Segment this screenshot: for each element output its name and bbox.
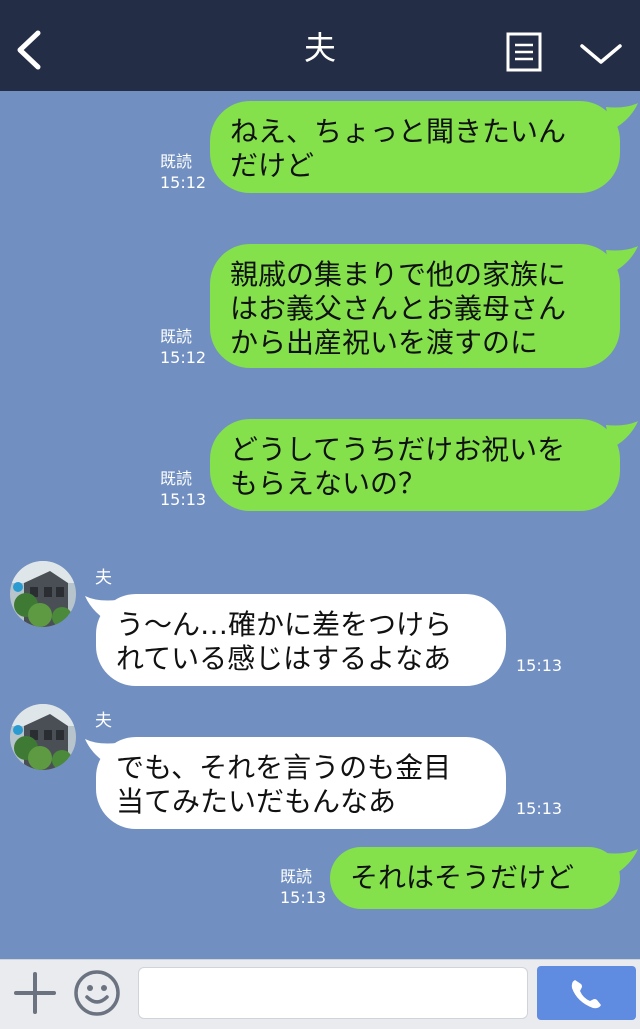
back-button[interactable]: [10, 27, 50, 73]
avatar[interactable]: [10, 561, 76, 627]
message-line: はお義父さんとお義母さん: [230, 292, 567, 325]
message-time: 15:13: [516, 656, 563, 675]
message-line: 当てみたいだもんなあ: [116, 785, 397, 818]
emoji-button[interactable]: [73, 969, 121, 1017]
phone-icon: [571, 980, 601, 1009]
emoji-icon: [74, 970, 120, 1016]
dropdown-button[interactable]: [578, 38, 624, 70]
read-receipt: 既読: [160, 152, 193, 171]
read-receipt: 既読: [280, 867, 313, 886]
chat-header: 夫: [0, 0, 640, 91]
message-line: から出産祝いを渡すのに: [230, 326, 539, 359]
message-time: 15:12: [160, 348, 207, 367]
message-line: う～ん…確かに差をつけら: [116, 608, 453, 641]
chat-area[interactable]: 既読 15:12 ねえ、ちょっと聞きたいん だけど 既読 15:12 親戚の集ま…: [0, 91, 640, 959]
message-line: だけど: [230, 149, 315, 182]
chat-title: 夫: [303, 29, 336, 67]
message-line: 親戚の集まりで他の家族に: [230, 258, 567, 291]
avatar-image: [10, 561, 76, 627]
plus-icon: [14, 972, 56, 1014]
other-message-bubble: でも、それを言うのも金目 当てみたいだもんなあ: [96, 737, 506, 829]
message-time: 15:13: [160, 490, 207, 509]
message-line: どうしてうちだけお祝いを: [230, 433, 566, 466]
message-line: それはそうだけど: [350, 861, 575, 894]
read-receipt: 既読: [160, 327, 193, 346]
my-message-bubble: それはそうだけど: [330, 847, 620, 909]
message-input-bar: [0, 959, 640, 1029]
my-message-bubble: どうしてうちだけお祝いを もらえないの？: [210, 419, 620, 511]
message-input[interactable]: [138, 967, 528, 1019]
message-time: 15:12: [160, 173, 207, 192]
message-line: ねえ、ちょっと聞きたいん: [230, 115, 567, 148]
menu-button[interactable]: [506, 32, 542, 72]
message-line: でも、それを言うのも金目: [116, 751, 452, 784]
message-line: れている感じはするよなあ: [116, 642, 452, 675]
call-button[interactable]: [537, 966, 636, 1020]
other-message-bubble: う～ん…確かに差をつけら れている感じはするよなあ: [96, 594, 506, 686]
back-arrow-icon: [17, 30, 41, 70]
message-time: 15:13: [280, 888, 327, 907]
avatar[interactable]: [10, 704, 76, 770]
message-time: 15:13: [516, 799, 563, 818]
avatar-image: [10, 704, 76, 770]
chevron-down-icon: [580, 44, 622, 64]
sender-name: 夫: [95, 711, 112, 731]
read-receipt: 既読: [160, 469, 193, 488]
message-line: もらえないの？: [230, 467, 427, 500]
menu-note-icon: [506, 32, 542, 72]
my-message-bubble: ねえ、ちょっと聞きたいん だけど: [210, 101, 620, 193]
sender-name: 夫: [95, 568, 112, 588]
add-button[interactable]: [12, 970, 58, 1016]
my-message-bubble: 親戚の集まりで他の家族に はお義父さんとお義母さん から出産祝いを渡すのに: [210, 244, 620, 368]
